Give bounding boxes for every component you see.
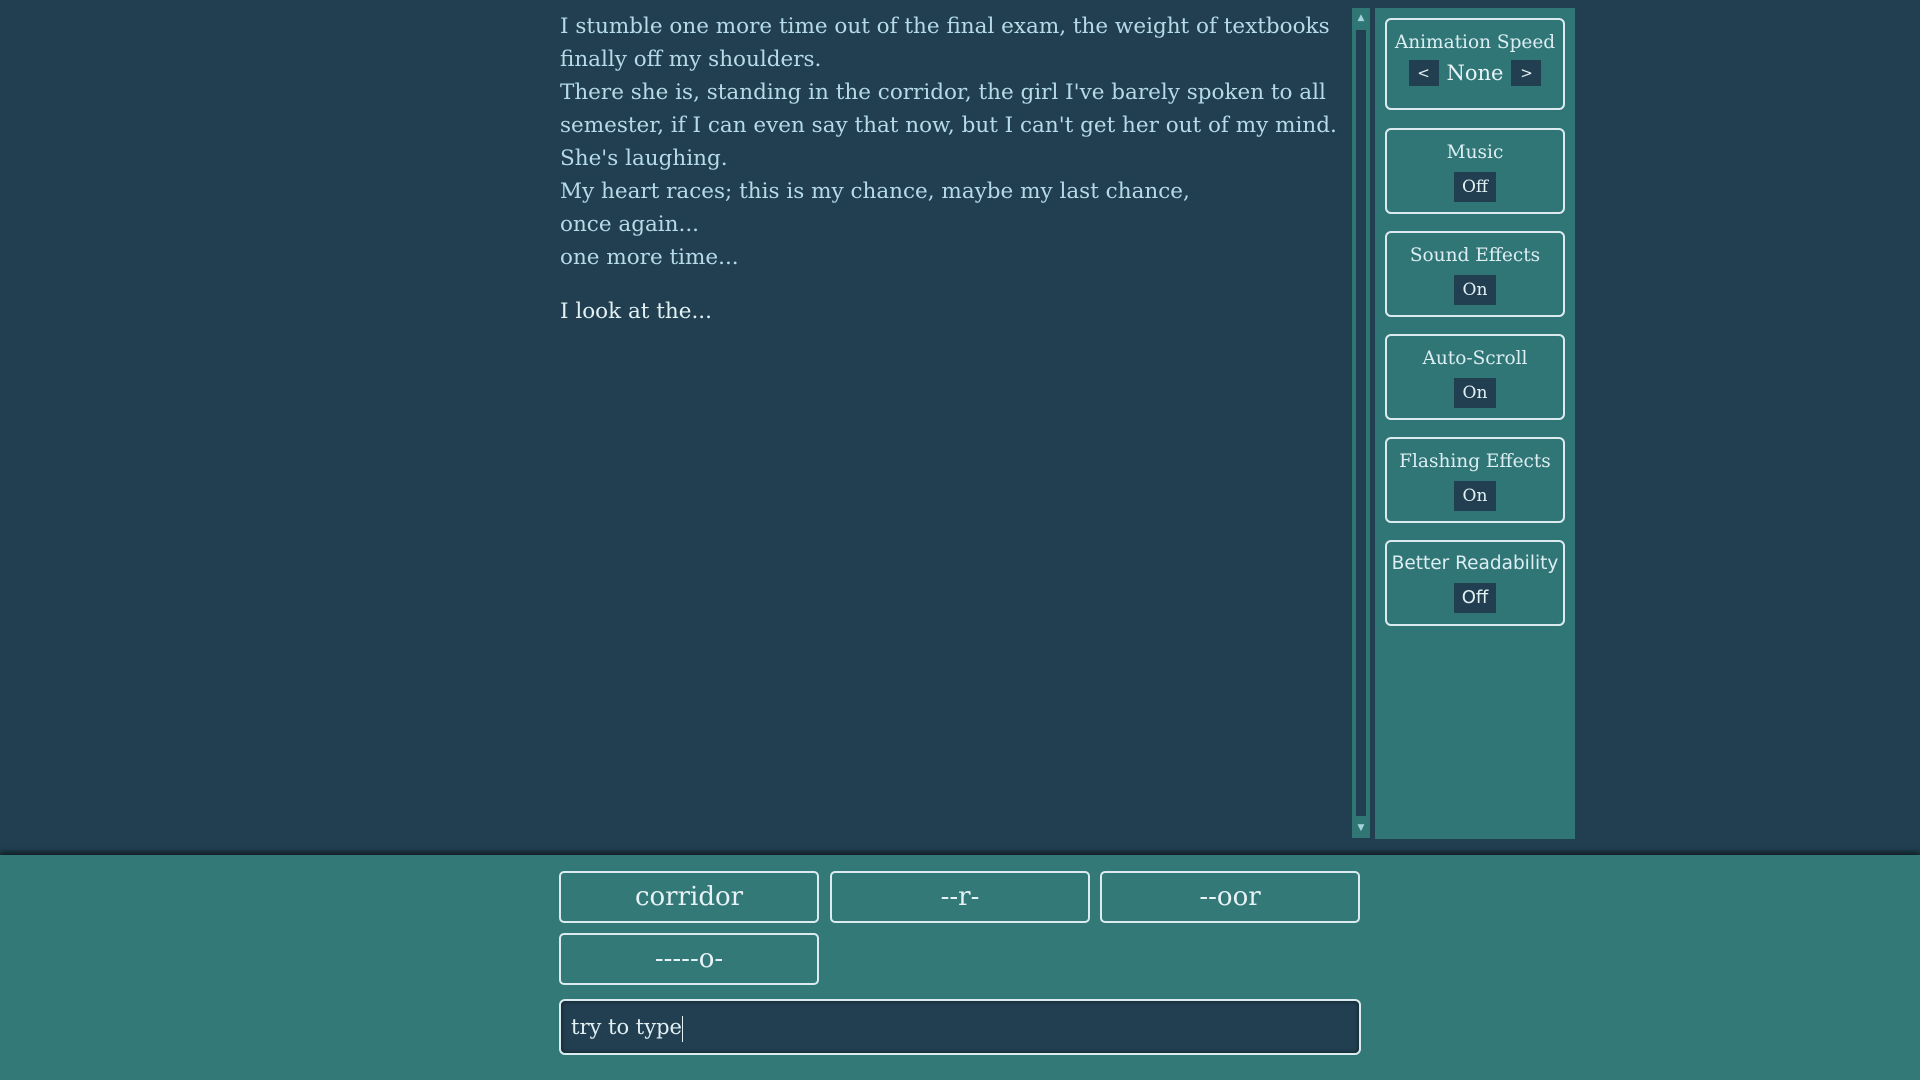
sound-effects-setting: Sound Effects On [1385, 231, 1565, 317]
music-label: Music [1446, 142, 1504, 163]
auto-scroll-label: Auto-Scroll [1422, 348, 1528, 369]
scroll-up-icon[interactable]: ▲ [1352, 8, 1370, 28]
scroll-down-icon[interactable]: ▼ [1352, 818, 1370, 838]
choice-button[interactable]: --r- [830, 871, 1090, 923]
animation-speed-setting: Animation Speed < None > [1385, 18, 1565, 110]
sound-effects-label: Sound Effects [1409, 245, 1541, 266]
input-bar: corridor --r- --oor -----o- try to type [0, 855, 1920, 1080]
speed-decrease-button[interactable]: < [1408, 60, 1439, 86]
story-line: I stumble one more time out of the final… [560, 14, 1330, 72]
flashing-effects-setting: Flashing Effects On [1385, 437, 1565, 523]
story-scrollbar[interactable]: ▲ ▼ [1352, 8, 1370, 838]
typing-input[interactable]: try to type [559, 999, 1361, 1055]
text-caret [681, 1015, 684, 1042]
flashing-effects-toggle-button[interactable]: On [1454, 481, 1496, 511]
music-toggle-button[interactable]: Off [1454, 172, 1496, 202]
choice-button[interactable]: -----o- [559, 933, 819, 985]
flashing-effects-label: Flashing Effects [1399, 451, 1551, 472]
better-readability-toggle-button[interactable]: Off [1454, 583, 1496, 613]
animation-speed-controls: < None > [1387, 60, 1563, 86]
animation-speed-label: Animation Speed [1394, 32, 1556, 53]
auto-scroll-setting: Auto-Scroll On [1385, 334, 1565, 420]
choice-button[interactable]: --oor [1100, 871, 1360, 923]
sound-effects-toggle-button[interactable]: On [1454, 275, 1496, 305]
story-line: one more time... [560, 245, 739, 270]
choice-button[interactable]: corridor [559, 871, 819, 923]
story-line: She's laughing. [560, 146, 728, 171]
story-line: My heart races; this is my chance, maybe… [560, 179, 1190, 204]
story-prompt: I look at the... [560, 299, 712, 324]
story-line: There she is, standing in the corridor, … [560, 80, 1337, 138]
speed-increase-button[interactable]: > [1511, 60, 1542, 86]
better-readability-setting: Better Readability Off [1385, 540, 1565, 626]
typing-input-value: try to type [571, 1015, 682, 1039]
story-text-area: I stumble one more time out of the final… [560, 10, 1340, 835]
animation-speed-value: None [1446, 61, 1504, 85]
scrollbar-thumb[interactable] [1356, 30, 1366, 816]
better-readability-label: Better Readability [1391, 553, 1559, 574]
settings-panel: Animation Speed < None > Music Off Sound… [1375, 8, 1575, 839]
music-setting: Music Off [1385, 128, 1565, 214]
story-line: once again... [560, 212, 700, 237]
auto-scroll-toggle-button[interactable]: On [1454, 378, 1496, 408]
